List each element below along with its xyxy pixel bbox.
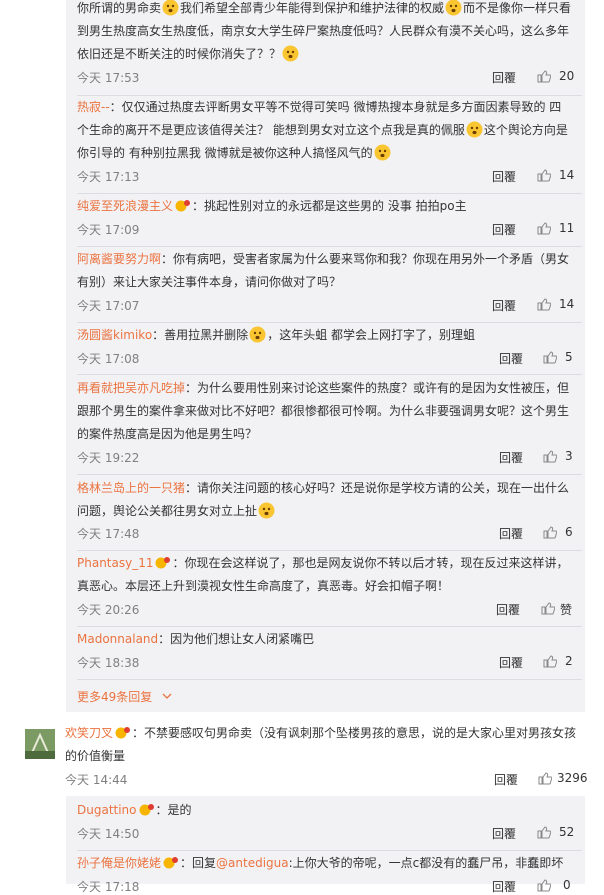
comment-text: 再看就把吴亦凡吃掉：为什么要用性别来讨论这些案件的热度？或许有的是因为女性被压，… bbox=[77, 381, 570, 441]
like-count: 3 bbox=[565, 449, 573, 463]
username-link[interactable]: 再看就把吴亦凡吃掉 bbox=[77, 381, 185, 395]
like-count: 11 bbox=[559, 221, 575, 235]
thumb-up-icon[interactable] bbox=[537, 826, 551, 839]
reply-button[interactable]: 回覆 bbox=[492, 878, 516, 895]
thumb-up-icon[interactable] bbox=[537, 879, 551, 892]
comment-time: 今天 17:18 bbox=[77, 880, 140, 894]
like-count: 赞 bbox=[560, 603, 573, 617]
thumb-up-icon[interactable] bbox=[538, 772, 552, 785]
emoji-icon bbox=[258, 502, 275, 519]
like-count: 14 bbox=[559, 168, 575, 182]
reply-button[interactable]: 回覆 bbox=[492, 221, 516, 238]
comment-text: Phantasy_11 ：你现在会这样说了，那也是网友说你不转以后才转，现在反过来… bbox=[77, 556, 569, 593]
divider bbox=[77, 626, 582, 627]
comment-time: 今天 17:53 bbox=[77, 71, 140, 85]
username-link[interactable]: Dugattino bbox=[77, 803, 137, 817]
comment-time: 今天 18:38 bbox=[77, 656, 140, 670]
comment-time: 今天 19:22 bbox=[77, 451, 140, 465]
reply-button[interactable]: 回覆 bbox=[499, 525, 523, 542]
thumb-up-icon[interactable] bbox=[537, 70, 551, 83]
username-link[interactable]: Phantasy_11 bbox=[77, 556, 153, 570]
thumb-up-icon[interactable] bbox=[537, 222, 551, 235]
thumb-up-icon[interactable] bbox=[537, 169, 551, 182]
username-link[interactable]: 孙子俺是你姥姥 bbox=[77, 856, 161, 870]
reply-button[interactable]: 回覆 bbox=[499, 350, 523, 367]
comment-text: 汤圆酱kimiko：善用拉黑并删除 ，这年头蛆 都学会上网打字了，别理蛆 bbox=[77, 326, 476, 343]
comment-text: Madonnaland：因为他们想让女人闭紧嘴巴 bbox=[77, 632, 315, 646]
comment-time: 今天 17:13 bbox=[77, 170, 140, 184]
vip-badge-icon bbox=[175, 200, 191, 212]
divider bbox=[77, 850, 582, 851]
comment-time: 今天 14:50 bbox=[77, 827, 140, 841]
emoji-icon bbox=[162, 0, 179, 16]
username-link[interactable]: 欢笑刀叉 bbox=[65, 726, 113, 740]
divider bbox=[77, 322, 582, 323]
thumb-up-icon[interactable] bbox=[543, 351, 557, 364]
vip-badge-icon bbox=[163, 857, 179, 869]
comment-time: 今天 17:09 bbox=[77, 223, 140, 237]
like-count: 6 bbox=[565, 525, 573, 539]
reply-button[interactable]: 回覆 bbox=[499, 654, 523, 671]
username-link[interactable]: 热寂-- bbox=[77, 100, 110, 114]
comment-text: 欢笑刀叉 ：不禁要感叹句男命卖（没有讽刺那个坠楼男孩的意思，说的是大家心里对男孩女… bbox=[65, 726, 577, 763]
comment-text: 格林兰岛上的一只猪：请你关注问题的核心好吗？还是说你是学校方请的公关，现在一出什… bbox=[77, 481, 570, 519]
reply-button[interactable]: 回覆 bbox=[494, 771, 518, 788]
thumb-up-icon[interactable] bbox=[541, 602, 555, 615]
like-count: 5 bbox=[565, 350, 573, 364]
mention-link[interactable]: @antedigua bbox=[216, 856, 289, 870]
comment-time: 今天 17:07 bbox=[77, 299, 140, 313]
divider bbox=[77, 374, 582, 375]
comment-text: 热寂--：仅仅通过热度去评断男女平等不觉得可笑吗 微博热搜本身就是多方面因素导致… bbox=[77, 100, 568, 161]
username-link[interactable]: 格林兰岛上的一只猪 bbox=[77, 481, 185, 495]
comment-time: 今天 20:26 bbox=[77, 603, 140, 617]
vip-badge-icon bbox=[139, 804, 154, 816]
comment-time: 今天 17:48 bbox=[77, 527, 140, 541]
reply-button[interactable]: 回覆 bbox=[492, 297, 516, 314]
divider bbox=[77, 679, 582, 680]
thumb-up-icon[interactable] bbox=[537, 298, 551, 311]
reply-button[interactable]: 回覆 bbox=[492, 69, 516, 86]
thumb-up-icon[interactable] bbox=[543, 526, 557, 539]
comment-text: 孙子俺是你姥姥 ：回复@antedigua:上你大爷的帝呢，一点c都没有的蠢尸吊，… bbox=[77, 856, 564, 870]
emoji-icon bbox=[374, 144, 391, 161]
divider bbox=[77, 550, 582, 551]
comment-text: 你所谓的男命卖 我们希望全部青少年能得到保护和维护法律的权威 而不是像你一样只看 到… bbox=[77, 0, 572, 62]
vip-badge-icon bbox=[155, 557, 171, 569]
username-link[interactable]: 阿离酱要努力啊 bbox=[77, 252, 161, 266]
username-link[interactable]: Madonnaland bbox=[77, 632, 158, 646]
avatar-image bbox=[25, 729, 55, 759]
reply-button[interactable]: 回覆 bbox=[496, 601, 520, 618]
like-count: 3296 bbox=[557, 771, 588, 785]
like-count: 20 bbox=[559, 69, 575, 83]
divider bbox=[77, 193, 582, 194]
username-link[interactable]: 纯爱至死浪漫主义 bbox=[77, 199, 173, 213]
comment-text: 纯爱至死浪漫主义 ：挑起性别对立的永远都是这些男的 没事 拍拍po主 bbox=[77, 199, 467, 213]
divider bbox=[77, 246, 582, 247]
more-replies-link[interactable]: 更多49条回复 bbox=[77, 688, 172, 705]
emoji-icon bbox=[249, 326, 266, 343]
chevron-down-icon bbox=[162, 693, 172, 699]
avatar[interactable] bbox=[25, 729, 55, 759]
vip-badge-icon bbox=[115, 727, 131, 739]
thumb-up-icon[interactable] bbox=[543, 655, 557, 668]
divider bbox=[77, 474, 582, 475]
like-count: 0 bbox=[563, 878, 571, 892]
emoji-icon bbox=[466, 121, 483, 138]
reply-button[interactable]: 回覆 bbox=[492, 168, 516, 185]
thumb-up-icon[interactable] bbox=[543, 450, 557, 463]
reply-button[interactable]: 回覆 bbox=[492, 825, 516, 842]
like-count: 52 bbox=[559, 825, 575, 839]
comment-text: Dugattino ：是的 bbox=[77, 803, 192, 817]
comment-time: 今天 17:08 bbox=[77, 352, 140, 366]
comment-time: 今天 14:44 bbox=[65, 773, 128, 787]
comment-text: 阿离酱要努力啊：你有病吧，受害者家属为什么要来骂你和我？你现在用另外一个矛盾（男… bbox=[77, 252, 570, 289]
emoji-icon bbox=[282, 45, 299, 62]
like-count: 2 bbox=[565, 654, 573, 668]
reply-button[interactable]: 回覆 bbox=[499, 449, 523, 466]
emoji-icon bbox=[445, 0, 462, 16]
username-link[interactable]: 汤圆酱kimiko bbox=[77, 328, 152, 342]
like-count: 14 bbox=[559, 297, 575, 311]
